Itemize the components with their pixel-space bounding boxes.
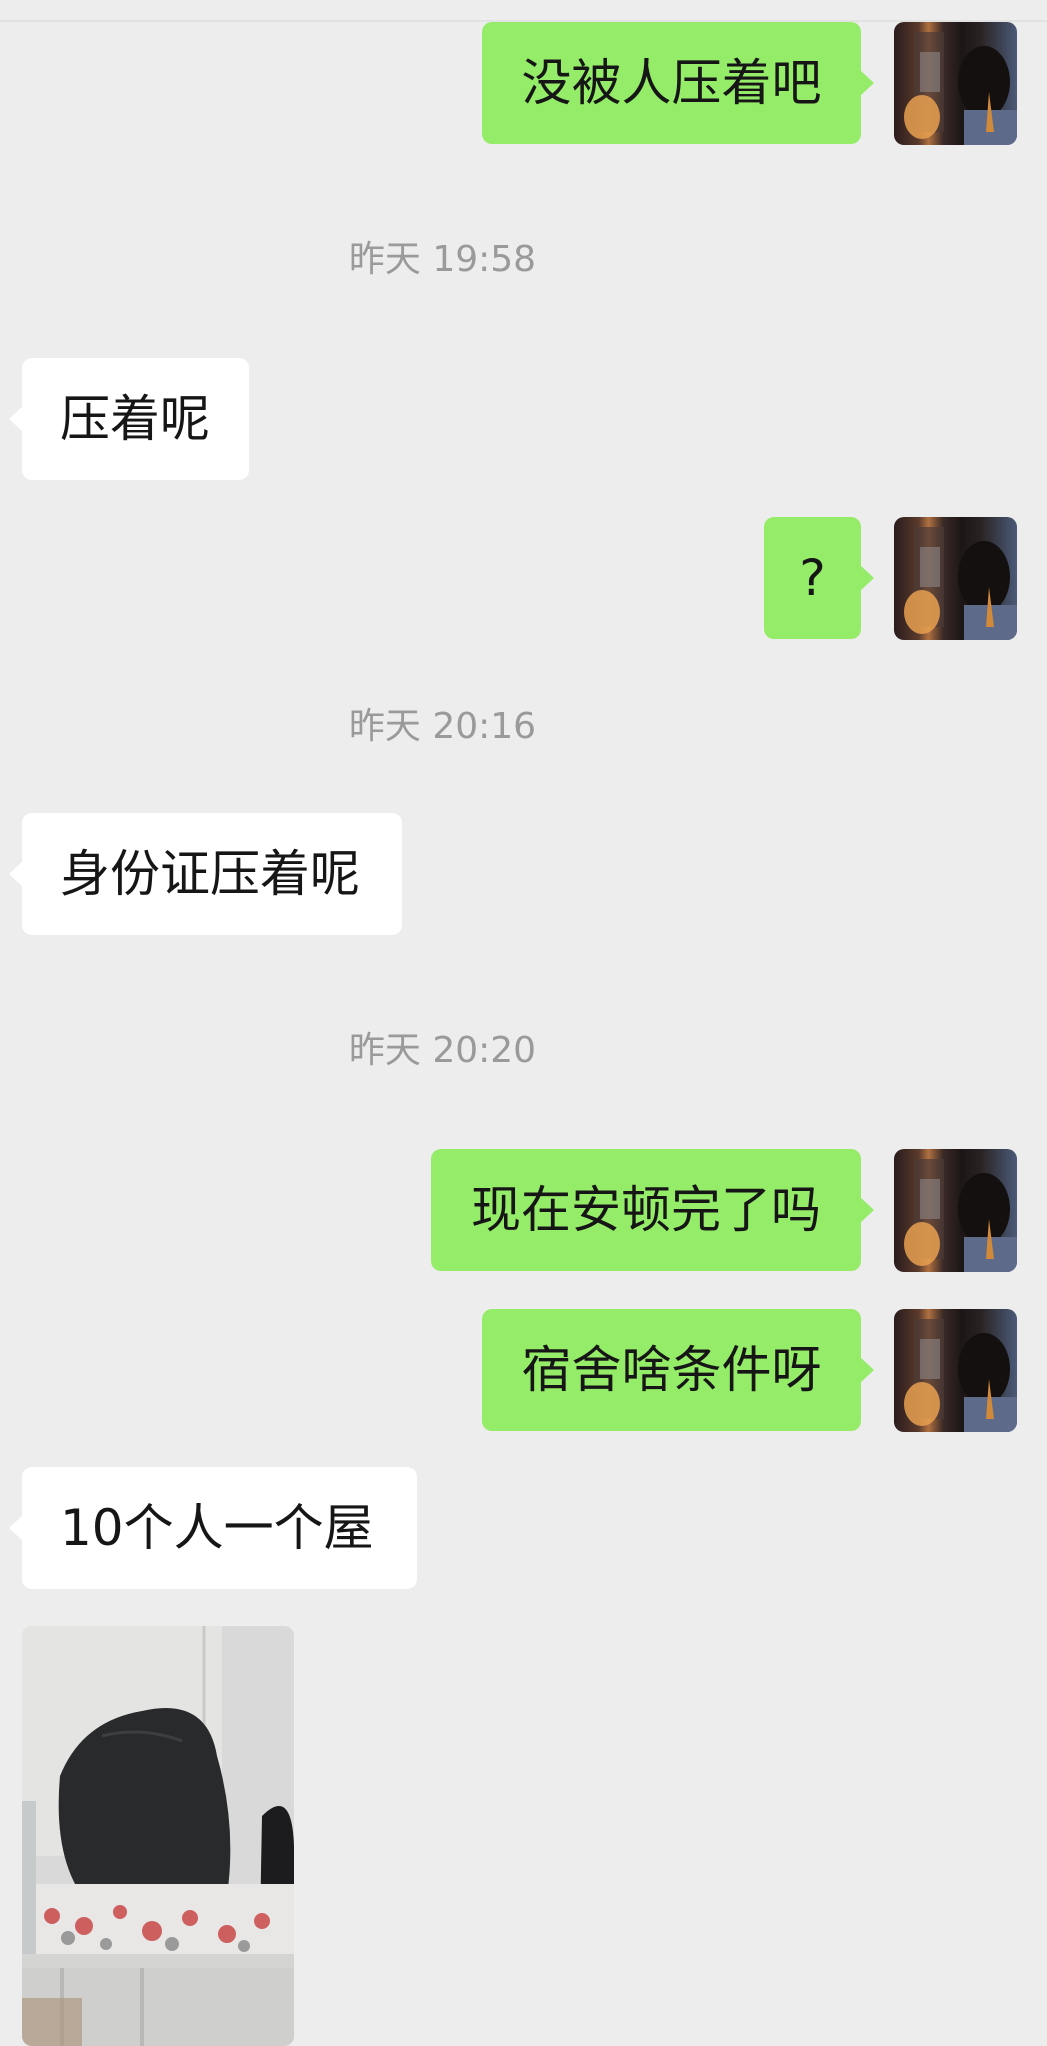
dormitory-bed-photo-icon	[22, 1626, 294, 2046]
message-timestamp: 昨天 19:58	[348, 239, 537, 280]
message-bubble-outgoing[interactable]: 现在安顿完了吗	[431, 1149, 874, 1271]
user-avatar-photo-icon	[904, 527, 1017, 640]
self-avatar[interactable]	[894, 22, 1017, 145]
message-bubble-outgoing[interactable]: 宿舍啥条件呀	[482, 1309, 874, 1431]
self-avatar[interactable]	[894, 1309, 1017, 1432]
message-timestamp: 昨天 20:16	[348, 706, 537, 747]
message-bubble-incoming[interactable]: 身份证压着呢	[9, 813, 402, 935]
message-bubble-outgoing[interactable]: ?	[764, 517, 874, 639]
self-avatar[interactable]	[894, 517, 1017, 640]
user-avatar-photo-icon	[904, 32, 1017, 145]
user-avatar-photo-icon	[904, 1159, 1017, 1272]
message-bubble-incoming[interactable]: 压着呢	[9, 358, 249, 480]
user-avatar-photo-icon	[904, 1319, 1017, 1432]
image-message[interactable]	[22, 1626, 294, 2046]
message-bubble-outgoing[interactable]: 没被人压着吧	[482, 22, 874, 144]
message-timestamp: 昨天 20:20	[348, 1030, 537, 1071]
message-bubble-incoming[interactable]: 10个人一个屋	[9, 1467, 417, 1589]
self-avatar[interactable]	[894, 1149, 1017, 1272]
